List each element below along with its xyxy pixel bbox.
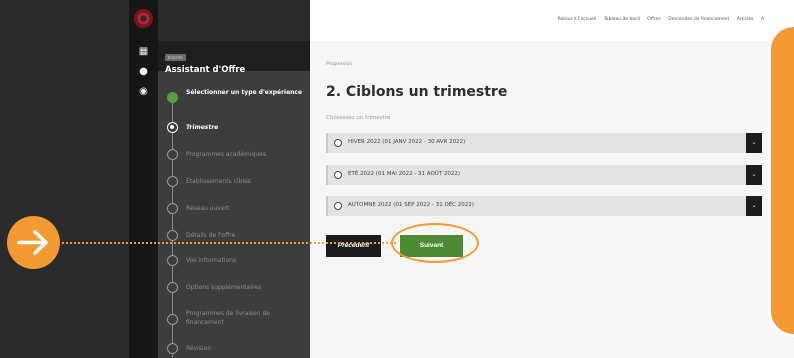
- step-pending-icon: [167, 255, 178, 266]
- grid-icon[interactable]: ▦: [137, 45, 150, 58]
- trimester-option-ete[interactable]: ÉTÉ 2022 (01 MAI 2022 - 31 AOÛT 2022) ⌄: [326, 165, 762, 185]
- wizard-step-label: Trimestre: [186, 124, 219, 131]
- wizard-step-label: Vos informations: [186, 257, 237, 264]
- page-subtitle: Choisissez un trimestre: [326, 115, 391, 121]
- step-done-icon: [167, 92, 178, 103]
- wizard-tag: Inscrire: [165, 54, 186, 61]
- option-label: ÉTÉ 2022 (01 MAI 2022 - 31 AOÛT 2022): [348, 171, 461, 177]
- step-pending-icon: [167, 343, 178, 354]
- chevron-down-icon[interactable]: ⌄: [746, 165, 762, 185]
- logo-icon[interactable]: [134, 9, 153, 28]
- nav-link-tableau[interactable]: Tableau de bord: [604, 17, 640, 22]
- wizard-sidebar: Inscrire Assistant d'Offre Sélectionner …: [158, 41, 310, 358]
- step-pending-icon: [167, 314, 178, 325]
- wizard-step-label: Options supplémentaires: [186, 284, 262, 291]
- nav-link-offres[interactable]: Offres: [647, 17, 661, 22]
- page-title: 2. Ciblons un trimestre: [326, 84, 508, 100]
- main-panel: Retour à l'accueil Tableau de bord Offre…: [310, 0, 794, 358]
- wizard-step-label: Détails de l'offre: [186, 232, 236, 239]
- chevron-down-icon[interactable]: ⌄: [746, 196, 762, 216]
- top-nav-links: Retour à l'accueil Tableau de bord Offre…: [552, 17, 764, 22]
- radio-button[interactable]: [334, 202, 342, 210]
- wizard-step-label: Révision: [186, 345, 212, 352]
- step-pending-icon: [167, 149, 178, 160]
- radio-button[interactable]: [334, 171, 342, 179]
- option-label: HIVER 2022 (01 JANV 2022 - 30 AVR 2022): [348, 139, 466, 145]
- radio-button[interactable]: [334, 139, 342, 147]
- nav-link-accueil[interactable]: Retour à l'accueil: [558, 17, 597, 22]
- trimester-option-automne[interactable]: AUTOMNE 2022 (01 SEP 2022 - 31 DÉC 2022)…: [326, 196, 762, 216]
- step-pending-icon: [167, 282, 178, 293]
- step-pending-icon: [167, 176, 178, 187]
- wizard-step-label: Programmes académiques: [186, 151, 266, 158]
- nav-link-financement[interactable]: Demandes de financement: [668, 17, 729, 22]
- trimester-option-hiver[interactable]: HIVER 2022 (01 JANV 2022 - 30 AVR 2022) …: [326, 133, 762, 153]
- annotation-dotted-line: [62, 242, 396, 244]
- step-pending-icon: [167, 203, 178, 214]
- breadcrumb: Progression: [326, 62, 353, 67]
- option-label: AUTOMNE 2022 (01 SEP 2022 - 31 DÉC 2022): [348, 202, 474, 208]
- arrow-right-icon: [7, 216, 60, 269]
- wizard-step-label: Programmes de livraison de financement: [186, 310, 270, 326]
- previous-button[interactable]: Précédent: [326, 235, 381, 257]
- step-pending-icon: [167, 230, 178, 241]
- nav-link-articles[interactable]: Articles: [737, 17, 754, 22]
- step-active-icon: [167, 122, 178, 133]
- wizard-step-label: Établissements ciblés: [186, 178, 251, 185]
- user-icon[interactable]: ◉: [137, 85, 150, 98]
- wizard-steps: Sélectionner un type d'expérience Trimes…: [158, 71, 310, 358]
- nav-link-more[interactable]: A: [761, 17, 764, 22]
- wizard-step-label: Sélectionner un type d'expérience: [186, 89, 303, 96]
- annotation-callout: [768, 24, 794, 337]
- top-nav: Retour à l'accueil Tableau de bord Offre…: [310, 0, 794, 41]
- wizard-header: Inscrire Assistant d'Offre: [158, 41, 310, 75]
- annotation-highlight-ring: [391, 223, 479, 263]
- icon-rail: ▦ ● ◉: [129, 0, 158, 358]
- bell-icon[interactable]: ●: [137, 65, 150, 78]
- wizard-step-label: Réseau ouvert: [186, 205, 230, 212]
- chevron-down-icon[interactable]: ⌄: [746, 133, 762, 153]
- screenshot-stage: ▦ ● ◉ Inscrire Assistant d'Offre Sélecti…: [0, 0, 794, 358]
